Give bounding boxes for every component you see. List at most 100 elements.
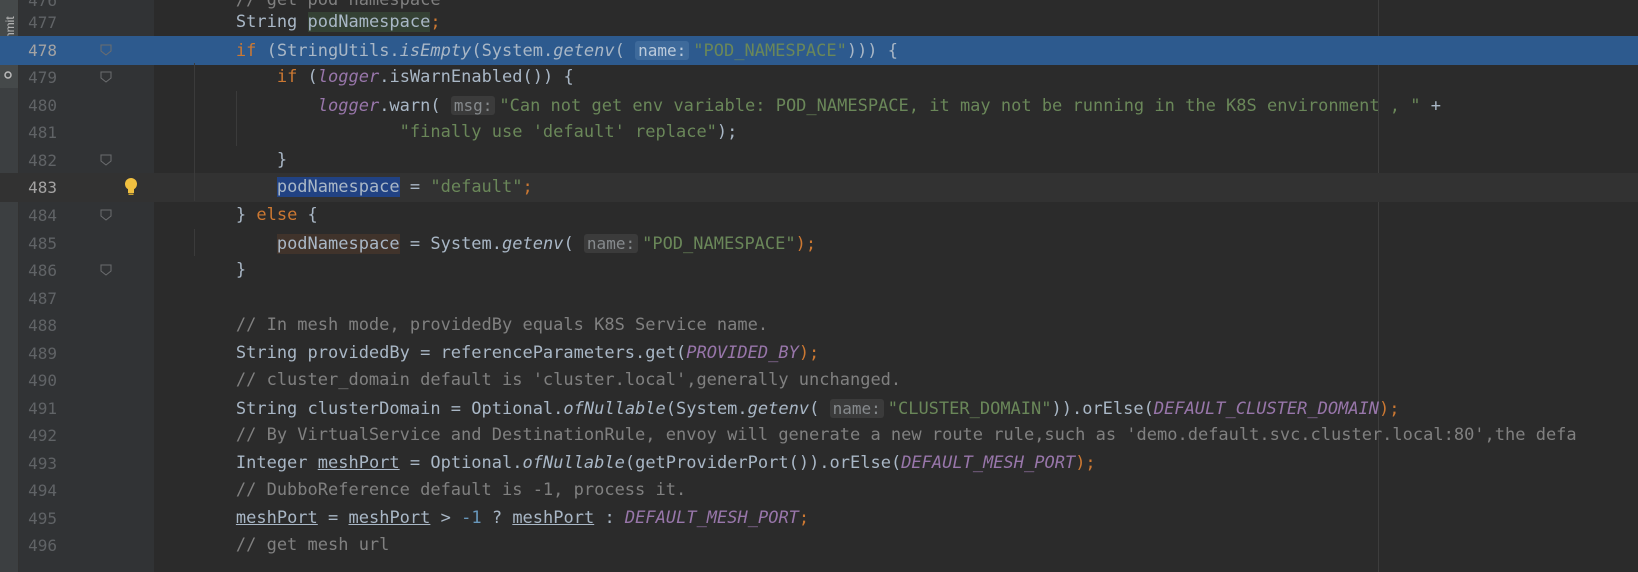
code-token: );	[1379, 399, 1400, 419]
fold-marker-icon[interactable]	[100, 209, 112, 221]
code-line[interactable]: 482 }	[0, 146, 1638, 175]
code-token: >	[430, 508, 462, 528]
code-token: ?	[481, 508, 513, 528]
line-number[interactable]: 487	[19, 284, 57, 313]
line-number[interactable]: 482	[19, 146, 57, 175]
code-token: // In mesh mode, providedBy equals K8S S…	[154, 315, 769, 335]
line-number[interactable]: 489	[19, 339, 57, 368]
code-text[interactable]: String providedBy = referenceParameters.…	[154, 339, 819, 368]
code-text[interactable]: podNamespace = System.getenv( name: "POD_…	[154, 229, 816, 258]
code-line[interactable]: 480 logger.warn( msg: "Can not get env va…	[0, 91, 1638, 120]
code-token: meshPort	[348, 508, 431, 528]
line-number[interactable]: 486	[19, 256, 57, 285]
line-number[interactable]: 478	[19, 36, 57, 65]
code-token: (	[297, 67, 318, 87]
fold-marker-icon[interactable]	[100, 71, 112, 83]
line-number[interactable]: 493	[19, 449, 57, 478]
line-number[interactable]: 485	[19, 229, 57, 258]
code-line[interactable]: 477 String podNamespace;	[0, 8, 1638, 37]
code-text[interactable]: }	[154, 256, 246, 285]
code-text[interactable]: "finally use 'default' replace");	[154, 118, 738, 147]
line-number[interactable]: 490	[19, 366, 57, 395]
code-token: (System.	[665, 399, 748, 419]
line-number[interactable]: 496	[19, 531, 57, 560]
code-token: ofNullable	[563, 399, 666, 419]
code-token: getenv	[502, 234, 564, 254]
code-line[interactable]: 494 // DubboReference default is -1, pro…	[0, 476, 1638, 505]
code-line[interactable]: 491 String clusterDomain = Optional.ofNu…	[0, 394, 1638, 423]
fold-marker-icon[interactable]	[100, 154, 112, 166]
code-token: DEFAULT_CLUSTER_DOMAIN	[1153, 399, 1380, 419]
line-number[interactable]: 492	[19, 421, 57, 450]
code-token: }	[154, 260, 247, 280]
code-token: ofNullable	[522, 453, 625, 473]
line-number[interactable]: 479	[19, 63, 57, 92]
code-token: (getProviderPort()).orElse(	[624, 453, 902, 473]
code-line[interactable]: 489 String providedBy = referenceParamet…	[0, 339, 1638, 368]
code-line[interactable]: 478 if (StringUtils.isEmpty(System.geten…	[0, 36, 1638, 65]
code-text[interactable]: // In mesh mode, providedBy equals K8S S…	[154, 311, 768, 340]
code-text[interactable]: Integer meshPort = Optional.ofNullable(g…	[154, 449, 1096, 478]
code-text[interactable]: logger.warn( msg: "Can not get env variab…	[154, 91, 1441, 120]
code-token: // DubboReference default is -1, process…	[154, 480, 687, 500]
fold-marker-icon[interactable]	[100, 264, 112, 276]
lightbulb-intention-icon[interactable]	[124, 177, 138, 197]
code-text[interactable]: meshPort = meshPort > -1 ? meshPort : DE…	[154, 504, 809, 533]
code-token: if	[276, 67, 298, 87]
line-number[interactable]: 480	[19, 91, 57, 120]
code-line[interactable]: 483 podNamespace = "default";	[0, 173, 1638, 202]
code-text[interactable]: } else {	[154, 201, 318, 230]
line-number[interactable]: 491	[19, 394, 57, 423]
line-number[interactable]: 481	[19, 118, 57, 147]
code-token: // By VirtualService and DestinationRule…	[154, 425, 1577, 445]
indent-guide	[194, 63, 195, 201]
code-token: meshPort	[317, 453, 400, 473]
code-line[interactable]: 490 // cluster_domain default is 'cluste…	[0, 366, 1638, 395]
code-line[interactable]: 485 podNamespace = System.getenv( name: "…	[0, 229, 1638, 258]
line-number[interactable]: 495	[19, 504, 57, 533]
code-text[interactable]: // get mesh url	[154, 531, 390, 560]
code-token: ;	[798, 508, 810, 528]
line-number[interactable]: 483	[19, 173, 57, 202]
code-token: -1	[461, 508, 482, 528]
code-token: =	[399, 177, 431, 197]
code-text[interactable]: // cluster_domain default is 'cluster.lo…	[154, 366, 901, 395]
fold-marker-icon[interactable]	[100, 44, 112, 56]
code-text[interactable]: String podNamespace;	[154, 8, 441, 37]
code-line[interactable]: 492 // By VirtualService and Destination…	[0, 421, 1638, 450]
code-token: "POD_NAMESPACE"	[642, 234, 796, 254]
code-line[interactable]: 484 } else {	[0, 201, 1638, 230]
code-text[interactable]: // DubboReference default is -1, process…	[154, 476, 686, 505]
code-text[interactable]: if (logger.isWarnEnabled()) {	[154, 63, 574, 92]
code-token: = System.	[399, 234, 503, 254]
code-token: DEFAULT_MESH_PORT	[624, 508, 799, 528]
code-token: String clusterDomain = Optional.	[154, 399, 564, 419]
code-line[interactable]: 488 // In mesh mode, providedBy equals K…	[0, 311, 1638, 340]
code-text[interactable]: if (StringUtils.isEmpty(System.getenv( n…	[154, 36, 898, 65]
code-text[interactable]: // By VirtualService and DestinationRule…	[154, 421, 1577, 450]
code-token: PROVIDED_BY	[686, 343, 799, 363]
code-line[interactable]: 481 "finally use 'default' replace");	[0, 118, 1638, 147]
code-text[interactable]: String clusterDomain = Optional.ofNullab…	[154, 394, 1400, 423]
code-token: .warn(	[379, 96, 451, 116]
line-number[interactable]: 488	[19, 311, 57, 340]
code-token: ;	[430, 12, 441, 32]
code-line[interactable]: 479 if (logger.isWarnEnabled()) {	[0, 63, 1638, 92]
code-text[interactable]: podNamespace = "default";	[154, 173, 533, 202]
code-token: getenv	[553, 41, 615, 61]
line-number[interactable]: 484	[19, 201, 57, 230]
code-token: "default"	[430, 177, 523, 197]
code-line[interactable]: 493 Integer meshPort = Optional.ofNullab…	[0, 449, 1638, 478]
code-line[interactable]: 496 // get mesh url	[0, 531, 1638, 560]
line-number[interactable]: 477	[19, 8, 57, 37]
code-line[interactable]: 487	[0, 284, 1638, 313]
code-token: "POD_NAMESPACE"	[693, 41, 847, 61]
code-line[interactable]: 495 meshPort = meshPort > -1 ? meshPort …	[0, 504, 1638, 533]
line-number[interactable]: 494	[19, 476, 57, 505]
code-line[interactable]: 486 }	[0, 256, 1638, 285]
code-text[interactable]: }	[154, 146, 287, 175]
indent-guide	[236, 91, 237, 146]
